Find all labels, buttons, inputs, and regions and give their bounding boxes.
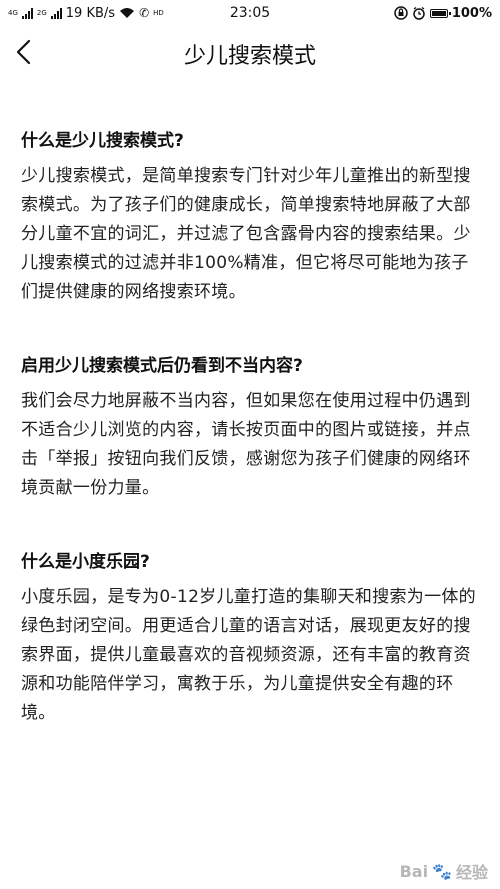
section-body: 少儿搜索模式，是简单搜索专门针对少年儿童推出的新型搜索模式。为了孩子们的健康成长… [21,166,471,302]
call-icon: ✆ [139,6,150,20]
section-body: 我们会尽力地屏蔽不当内容，但如果您在使用过程中仍遇到不适合少儿浏览的内容，请长按… [21,391,471,498]
orientation-lock-icon [394,6,408,20]
signal-icon [21,7,33,19]
battery-icon [429,8,451,18]
status-right: 100% [394,6,492,21]
network-4g-label: 4G [8,8,18,17]
wifi-icon [120,8,135,18]
signal-icon-2 [50,7,62,19]
status-bar: 4G 2G 19 KB/s ✆ HD 23:05 100% [0,0,500,26]
network-speed: 19 KB/s [65,5,116,21]
watermark-text: Bai [399,861,429,881]
section-xiaodu-park: 什么是小度乐园? 小度乐园，是专为0-12岁儿童打造的集聊天和搜索为一体的绿色封… [21,549,483,728]
watermark-suffix: 经验 [455,863,488,882]
content: 什么是少儿搜索模式? 少儿搜索模式，是简单搜索专门针对少年儿童推出的新型搜索模式… [21,128,483,774]
section-inappropriate-content: 启用少儿搜索模式后仍看到不当内容? 我们会尽力地屏蔽不当内容，但如果您在使用过程… [21,353,483,503]
section-heading: 什么是少儿搜索模式? [21,131,184,151]
section-body: 小度乐园，是专为0-12岁儿童打造的集聊天和搜索为一体的绿色封闭空间。用更适合儿… [21,587,476,723]
alarm-icon [413,6,425,20]
hd-label: HD [153,8,164,17]
battery-percent: 100% [451,5,492,21]
section-what-is-kids-mode: 什么是少儿搜索模式? 少儿搜索模式，是简单搜索专门针对少年儿童推出的新型搜索模式… [21,128,483,307]
paw-icon: 🐾 [432,861,452,881]
status-left: 4G 2G 19 KB/s ✆ HD [8,6,164,21]
network-2g-label: 2G [36,8,47,17]
section-heading: 什么是小度乐园? [21,552,150,572]
page-title: 少儿搜索模式 [183,44,316,69]
baidu-jingyan-watermark: Bai 🐾 经验 [400,859,488,883]
section-heading: 启用少儿搜索模式后仍看到不当内容? [21,356,303,376]
header: 少儿搜索模式 [0,28,500,78]
